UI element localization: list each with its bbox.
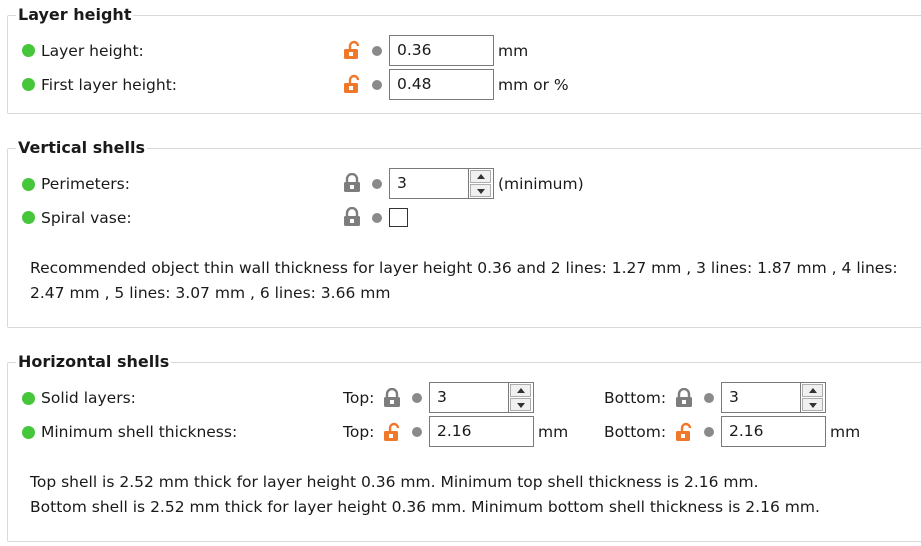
min-top-unit: mm bbox=[538, 423, 569, 441]
reset-dot-icon[interactable] bbox=[372, 80, 382, 90]
first-layer-height-unit: mm or % bbox=[498, 76, 569, 94]
reset-dot-icon[interactable] bbox=[412, 427, 422, 437]
mode-simple-icon bbox=[22, 392, 35, 405]
min-bottom-label: Bottom: bbox=[604, 423, 667, 441]
lock-open-icon[interactable] bbox=[343, 74, 361, 94]
reset-dot-icon[interactable] bbox=[704, 427, 714, 437]
min-top-input[interactable]: 2.16 bbox=[429, 416, 534, 447]
lock-open-icon[interactable] bbox=[383, 422, 401, 442]
spin-down-icon[interactable] bbox=[510, 398, 531, 411]
reset-dot-icon[interactable] bbox=[704, 393, 714, 403]
min-top-label: Top: bbox=[343, 423, 375, 441]
mode-simple-icon bbox=[22, 211, 35, 224]
layer-height-group-title: Layer height bbox=[16, 4, 134, 26]
first-layer-height-input[interactable]: 0.48 bbox=[389, 69, 494, 100]
lock-open-icon[interactable] bbox=[343, 40, 361, 60]
reset-dot-icon[interactable] bbox=[412, 393, 422, 403]
spiral-vase-checkbox[interactable] bbox=[389, 208, 408, 227]
solid-bottom-input[interactable]: 3 bbox=[721, 382, 801, 413]
min-bottom-input[interactable]: 2.16 bbox=[721, 416, 826, 447]
thin-wall-info-line1: Recommended object thin wall thickness f… bbox=[30, 259, 898, 277]
perimeters-label: Perimeters: bbox=[41, 175, 130, 193]
mode-simple-icon bbox=[22, 426, 35, 439]
bottom-shell-info: Bottom shell is 2.52 mm thick for layer … bbox=[30, 498, 820, 516]
lock-closed-icon[interactable] bbox=[343, 207, 361, 227]
solid-bottom-spinner[interactable] bbox=[801, 382, 826, 413]
lock-closed-icon[interactable] bbox=[343, 173, 361, 193]
mode-simple-icon bbox=[22, 78, 35, 91]
perimeters-input[interactable]: 3 bbox=[389, 168, 469, 199]
perimeters-spinner[interactable] bbox=[469, 168, 494, 199]
solid-top-input[interactable]: 3 bbox=[429, 382, 509, 413]
thin-wall-info-line2: 2.47 mm , 5 lines: 3.07 mm , 6 lines: 3.… bbox=[30, 284, 391, 302]
spin-down-icon[interactable] bbox=[470, 184, 491, 197]
solid-top-spinner[interactable] bbox=[509, 382, 534, 413]
spin-up-icon[interactable] bbox=[510, 384, 531, 397]
min-bottom-unit: mm bbox=[830, 423, 861, 441]
reset-dot-icon[interactable] bbox=[372, 179, 382, 189]
reset-dot-icon[interactable] bbox=[372, 46, 382, 56]
spin-up-icon[interactable] bbox=[470, 170, 491, 183]
spiral-vase-label: Spiral vase: bbox=[41, 209, 132, 227]
horizontal-shells-group-title: Horizontal shells bbox=[16, 351, 172, 373]
top-shell-info: Top shell is 2.52 mm thick for layer hei… bbox=[30, 473, 759, 491]
spin-up-icon[interactable] bbox=[802, 384, 823, 397]
perimeters-unit: (minimum) bbox=[498, 175, 584, 193]
layer-height-label: Layer height: bbox=[41, 42, 144, 60]
layer-height-input[interactable]: 0.36 bbox=[389, 35, 494, 66]
lock-closed-icon[interactable] bbox=[675, 388, 693, 408]
solid-top-label: Top: bbox=[343, 389, 375, 407]
first-layer-height-label: First layer height: bbox=[41, 76, 177, 94]
vertical-shells-group-title: Vertical shells bbox=[16, 137, 147, 159]
layer-height-unit: mm bbox=[498, 42, 529, 60]
lock-closed-icon[interactable] bbox=[383, 388, 401, 408]
reset-dot-icon[interactable] bbox=[372, 213, 382, 223]
lock-open-icon[interactable] bbox=[675, 422, 693, 442]
mode-simple-icon bbox=[22, 178, 35, 191]
spin-down-icon[interactable] bbox=[802, 398, 823, 411]
mode-simple-icon bbox=[22, 44, 35, 57]
solid-bottom-label: Bottom: bbox=[604, 389, 667, 407]
min-shell-thickness-label: Minimum shell thickness: bbox=[41, 423, 238, 441]
solid-layers-label: Solid layers: bbox=[41, 389, 136, 407]
